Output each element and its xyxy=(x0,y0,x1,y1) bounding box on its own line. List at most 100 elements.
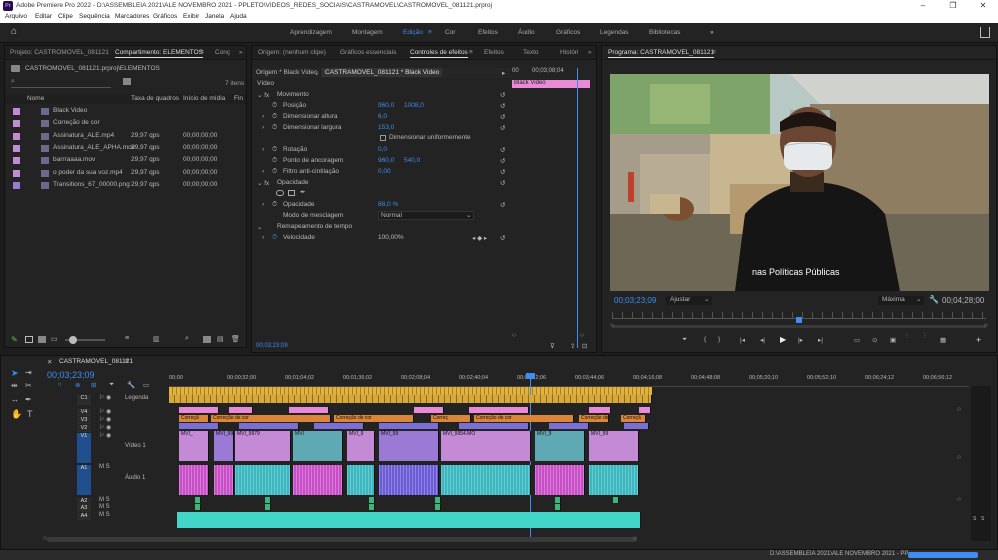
play-mini-icon[interactable]: ▸ xyxy=(502,69,505,77)
tab-source[interactable]: Origem: (nenhum clipe) xyxy=(258,49,326,56)
correction-clip[interactable]: Correçã xyxy=(621,415,646,422)
effects-menu-icon[interactable]: ≡ xyxy=(469,49,473,56)
hscroll-left-handle[interactable]: ○ xyxy=(43,535,47,542)
video-clip[interactable]: MVI_ xyxy=(179,431,209,461)
wrench-icon[interactable]: 🔧 xyxy=(929,295,939,304)
workspace-legendas[interactable]: Legendas xyxy=(600,29,629,36)
correction-clip[interactable]: Correção de cor xyxy=(579,415,609,422)
v2-clip[interactable] xyxy=(239,423,299,429)
stopwatch-speed-icon[interactable]: ⏱ xyxy=(272,234,277,242)
track-id[interactable]: V4 xyxy=(77,409,91,416)
snap-icon[interactable]: ∩ xyxy=(57,381,62,388)
width-value[interactable]: 153,0 xyxy=(378,124,394,131)
program-timecode[interactable]: 00;03;23;09 xyxy=(614,296,656,305)
sort-icon[interactable]: ≡ xyxy=(125,335,129,342)
a2-clip[interactable] xyxy=(435,497,441,503)
close-icon[interactable]: ✕ xyxy=(968,0,998,12)
v4-clip[interactable] xyxy=(179,407,219,413)
correction-clip[interactable]: Correç xyxy=(431,415,471,422)
col-fps[interactable]: Taxa de quadros xyxy=(131,95,179,102)
program-menu-icon[interactable]: ≡ xyxy=(712,49,716,56)
project-item[interactable]: o poder da sua voz.mp4 29,97 qps 00;00;00;… xyxy=(5,168,246,180)
a2-clip[interactable] xyxy=(613,497,619,503)
v2-clip[interactable] xyxy=(314,423,364,429)
vertical-scroll-a[interactable]: ○ xyxy=(957,496,961,503)
icon-view-icon[interactable] xyxy=(38,336,46,343)
marker-icon[interactable]: ⏷ xyxy=(682,336,687,344)
reset-anchor-icon[interactable]: ↺ xyxy=(500,157,505,165)
correction-clip[interactable]: Correção de cor xyxy=(474,415,574,422)
timeline-ruler[interactable]: 00;00 00;00;32;00 00;01;04;02 00;01;36;02 00… xyxy=(169,371,969,387)
mini-zoom-handle-left[interactable]: ○ xyxy=(512,332,516,339)
minimize-icon[interactable]: – xyxy=(908,0,938,12)
expand-height-icon[interactable]: › xyxy=(262,113,264,120)
reset-rotation-icon[interactable]: ↺ xyxy=(500,146,505,154)
menu-exibir[interactable]: Exibir xyxy=(183,13,199,20)
video-clip[interactable]: MVI_99 xyxy=(589,431,639,461)
mini-zoom-handle-right[interactable]: ○ xyxy=(580,332,584,339)
a3-clip[interactable] xyxy=(435,504,441,510)
hand-tool-icon[interactable]: ✋ xyxy=(11,409,22,420)
timeline-timecode[interactable]: 00;03;23;09 xyxy=(47,370,95,380)
label-swatch[interactable] xyxy=(13,144,20,152)
expand-remap-icon[interactable]: ⌄ xyxy=(257,223,262,231)
track-toggles[interactable]: ⚐ ◉ xyxy=(99,394,111,401)
effects-timecode[interactable]: 00;03;23;09 xyxy=(256,343,288,349)
workspace-efeitos[interactable]: Efeitos xyxy=(478,29,498,36)
pen-mask-icon[interactable]: ✒ xyxy=(300,188,305,196)
tab-essential-graphics[interactable]: Gráficos essenciais xyxy=(340,49,396,56)
export-frame-icon[interactable]: ⇪ xyxy=(570,342,575,350)
zoom-slider-handle[interactable] xyxy=(69,336,77,344)
track-header-v3[interactable]: V3 ⚐ ◉ xyxy=(47,417,167,424)
col-end[interactable]: Fin xyxy=(234,95,243,102)
tab-bin-elementos[interactable]: Compartimento: ELEMENTOS xyxy=(115,49,204,58)
dropdown-icon[interactable]: ⌄ xyxy=(314,69,319,77)
expand-flicker-icon[interactable]: › xyxy=(262,168,264,175)
panel-menu-icon[interactable]: ≡ xyxy=(200,49,204,56)
hscroll-right-handle[interactable]: ○ xyxy=(633,535,637,542)
col-name[interactable]: Nome xyxy=(27,95,44,102)
v2-clip[interactable] xyxy=(179,423,219,429)
a2-clip[interactable] xyxy=(265,497,271,503)
track-toggles[interactable]: M S xyxy=(99,497,110,503)
expand-rotation-icon[interactable]: › xyxy=(262,146,264,153)
v2-clip[interactable] xyxy=(549,423,589,429)
track-toggles[interactable]: ⚐ ◉ xyxy=(99,408,111,415)
track-toggles[interactable]: M S xyxy=(99,512,110,518)
expand-speed-icon[interactable]: › xyxy=(262,234,264,241)
a3-clip[interactable] xyxy=(265,504,271,510)
lift-icon[interactable]: ▭ xyxy=(854,336,860,344)
tab-text[interactable]: Texto xyxy=(523,49,539,56)
workspace-montagem[interactable]: Montagem xyxy=(352,29,383,36)
selection-tool-icon[interactable]: ➤ xyxy=(11,368,19,379)
settings-icon[interactable]: ⊡ xyxy=(582,342,587,350)
height-value[interactable]: 6,0 xyxy=(378,113,387,120)
reset-flicker-icon[interactable]: ↺ xyxy=(500,168,505,176)
timeline-settings-icon[interactable]: 🔧 xyxy=(127,381,135,389)
keyframe-nav-icon[interactable]: ◂ ◆ ▸ xyxy=(472,234,487,242)
maximize-icon[interactable]: ❐ xyxy=(938,0,968,12)
v2-clip[interactable] xyxy=(459,423,529,429)
track-header-a1[interactable]: A1 M S Áudio 1 xyxy=(47,464,167,495)
track-id[interactable]: A1 xyxy=(77,465,91,495)
v4-clip[interactable] xyxy=(469,407,529,413)
track-toggles[interactable]: ⚐ ◉ xyxy=(99,432,111,439)
track-toggles[interactable]: ⚐ ◉ xyxy=(99,416,111,423)
menu-marcadores[interactable]: Marcadores xyxy=(115,13,149,20)
horizontal-scrollbar[interactable] xyxy=(47,537,637,542)
anchor-x[interactable]: 960,0 xyxy=(378,157,394,164)
v2-clip[interactable] xyxy=(379,423,439,429)
vertical-scroll-top[interactable]: ○ xyxy=(957,406,961,413)
tab-effects[interactable]: Efeitos xyxy=(484,49,504,56)
workspace-menu-icon[interactable]: ≡ xyxy=(428,29,432,36)
a2-clip[interactable] xyxy=(195,497,201,503)
stopwatch-position-icon[interactable]: ⏱ xyxy=(272,102,277,110)
a4-music-clip[interactable] xyxy=(177,512,641,528)
a3-clip[interactable] xyxy=(369,504,375,510)
ripple-edit-icon[interactable]: ⇹ xyxy=(11,381,18,390)
add-marker-icon[interactable]: ⏷ xyxy=(109,381,114,389)
audio-clip[interactable] xyxy=(214,465,234,495)
stopwatch-rotation-icon[interactable]: ⏱ xyxy=(272,146,277,154)
video-clip[interactable]: MVI_9 xyxy=(347,431,375,461)
expand-width-icon[interactable]: › xyxy=(262,124,264,131)
